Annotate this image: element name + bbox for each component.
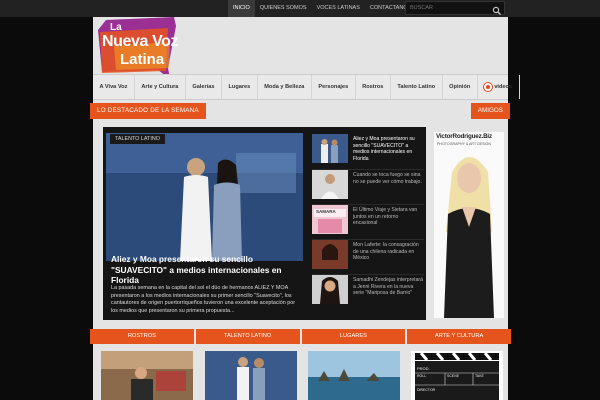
topnav-voces-latinas[interactable]: VOCES LATINAS (312, 0, 365, 17)
bottom-card-lugares[interactable] (308, 351, 400, 400)
nav-rostros[interactable]: Rostros (356, 75, 391, 99)
search-input[interactable] (410, 2, 492, 14)
list-item[interactable]: SAMARA El Último Viaje y Sietara van jun… (312, 204, 424, 238)
topnav-inicio[interactable]: INICIO (228, 0, 255, 17)
nav-talento-latino[interactable]: Talento Latino (391, 75, 443, 99)
nav-opinion[interactable]: Opinión (443, 75, 478, 99)
nav-moda-y-belleza[interactable]: Moda y Belleza (258, 75, 312, 99)
list-item-title: Samadhi Zendejas interpretará a Jenni Ri… (353, 277, 423, 297)
ad-photo (434, 132, 504, 318)
card-image (205, 351, 297, 400)
sponsor-ad[interactable]: VictorRodriguez.Biz PHOTOGRAPHY & ART DE… (434, 132, 504, 318)
page-container: La Nueva Voz Latina A Viva Voz Arte y Cu… (90, 16, 520, 400)
search-box (405, 1, 505, 16)
bottom-card-rostros[interactable] (101, 351, 193, 400)
list-item-title: Aliez y Moa presentaron su sencillo "SUA… (353, 136, 415, 162)
category-tab-arte-y-cultura[interactable]: ARTE Y CULTURA (407, 329, 511, 344)
logo-line-2: Nueva Voz (102, 33, 179, 50)
section-label-destacado: LO DESTACADO DE LA SEMANA (90, 103, 206, 119)
list-item-title: El Último Viaje y Sietara van juntos en … (353, 207, 418, 227)
thumb-image (312, 134, 348, 163)
clapper-prod: PROD. (417, 366, 430, 371)
thumb-caption: SAMARA (316, 209, 336, 214)
thumb-image (312, 240, 348, 269)
thumb-image (312, 170, 348, 199)
featured-excerpt: La pasada semana en la capital del sol e… (111, 285, 296, 314)
card-image (101, 351, 193, 400)
bottom-card-talento-latino[interactable] (205, 351, 297, 400)
list-item-title: Cuando se toca fuego se sina no se puede… (353, 172, 422, 185)
search-icon[interactable] (492, 3, 502, 16)
thumb-image (312, 275, 348, 304)
nav-videos[interactable]: videos (478, 75, 520, 99)
section-label-amigos: AMIGOS (470, 103, 510, 119)
top-nav: INICIO QUIENES SOMOS VOCES LATINAS CONTA… (228, 0, 416, 17)
list-item-title: Mon Laferte: la consagración de una chil… (353, 242, 419, 262)
list-item[interactable]: Mon Laferte: la consagración de una chil… (312, 239, 424, 273)
clapper-director: DIRECTOR (417, 388, 436, 392)
logo-line-3: Latina (120, 51, 165, 68)
nav-galerias[interactable]: Galerías (186, 75, 222, 99)
clapper-take: TAKE (475, 374, 485, 378)
category-tab-lugares[interactable]: LUGARES (301, 329, 406, 344)
list-item[interactable]: Aliez y Moa presentaron su sencillo "SUA… (312, 134, 424, 168)
videos-icon (484, 83, 493, 91)
nav-a-viva-voz[interactable]: A Viva Voz (93, 75, 135, 99)
list-item[interactable]: Samadhi Zendejas interpretará a Jenni Ri… (312, 274, 424, 308)
category-tab-talento-latino[interactable]: TALENTO LATINO (195, 329, 300, 344)
nav-personajes[interactable]: Personajes (312, 75, 356, 99)
nav-videos-label: videos (494, 84, 513, 90)
nav-lugares[interactable]: Lugares (222, 75, 258, 99)
featured-photo-illustration (106, 133, 303, 261)
clapper-roll: ROLL (417, 374, 426, 378)
ad-brand-text: VictorRodriguez.Biz (436, 133, 492, 140)
category-bar: ROSTROS TALENTO LATINO LUGARES ARTE Y CU… (90, 329, 511, 344)
list-item[interactable]: Cuando se toca fuego se sina no se puede… (312, 169, 424, 203)
ad-subtitle: PHOTOGRAPHY & ART DESIGN (437, 142, 491, 146)
featured-title[interactable]: Aliez y Moa presentaron su sencillo "SUA… (111, 254, 301, 286)
top-bar: INICIO QUIENES SOMOS VOCES LATINAS CONTA… (0, 0, 600, 17)
nav-arte-y-cultura[interactable]: Arte y Cultura (135, 75, 186, 99)
category-tab-rostros[interactable]: ROSTROS (90, 329, 194, 344)
main-nav: A Viva Voz Arte y Cultura Galerías Lugar… (93, 74, 520, 100)
card-image (308, 351, 400, 400)
logo-line-1: La (110, 22, 122, 33)
clapper-scene: SCENE (447, 374, 460, 378)
site-logo[interactable]: La Nueva Voz Latina (96, 16, 188, 82)
clapperboard-icon: PROD. ROLL SCENE TAKE DIRECTOR (411, 351, 503, 400)
bottom-card-arte-y-cultura[interactable]: PROD. ROLL SCENE TAKE DIRECTOR (411, 351, 503, 400)
topnav-quienes-somos[interactable]: QUIENES SOMOS (255, 0, 312, 17)
thumb-image: SAMARA (312, 205, 348, 234)
featured-image[interactable] (106, 133, 303, 261)
featured-category-tag[interactable]: TALENTO LATINO (110, 134, 165, 144)
